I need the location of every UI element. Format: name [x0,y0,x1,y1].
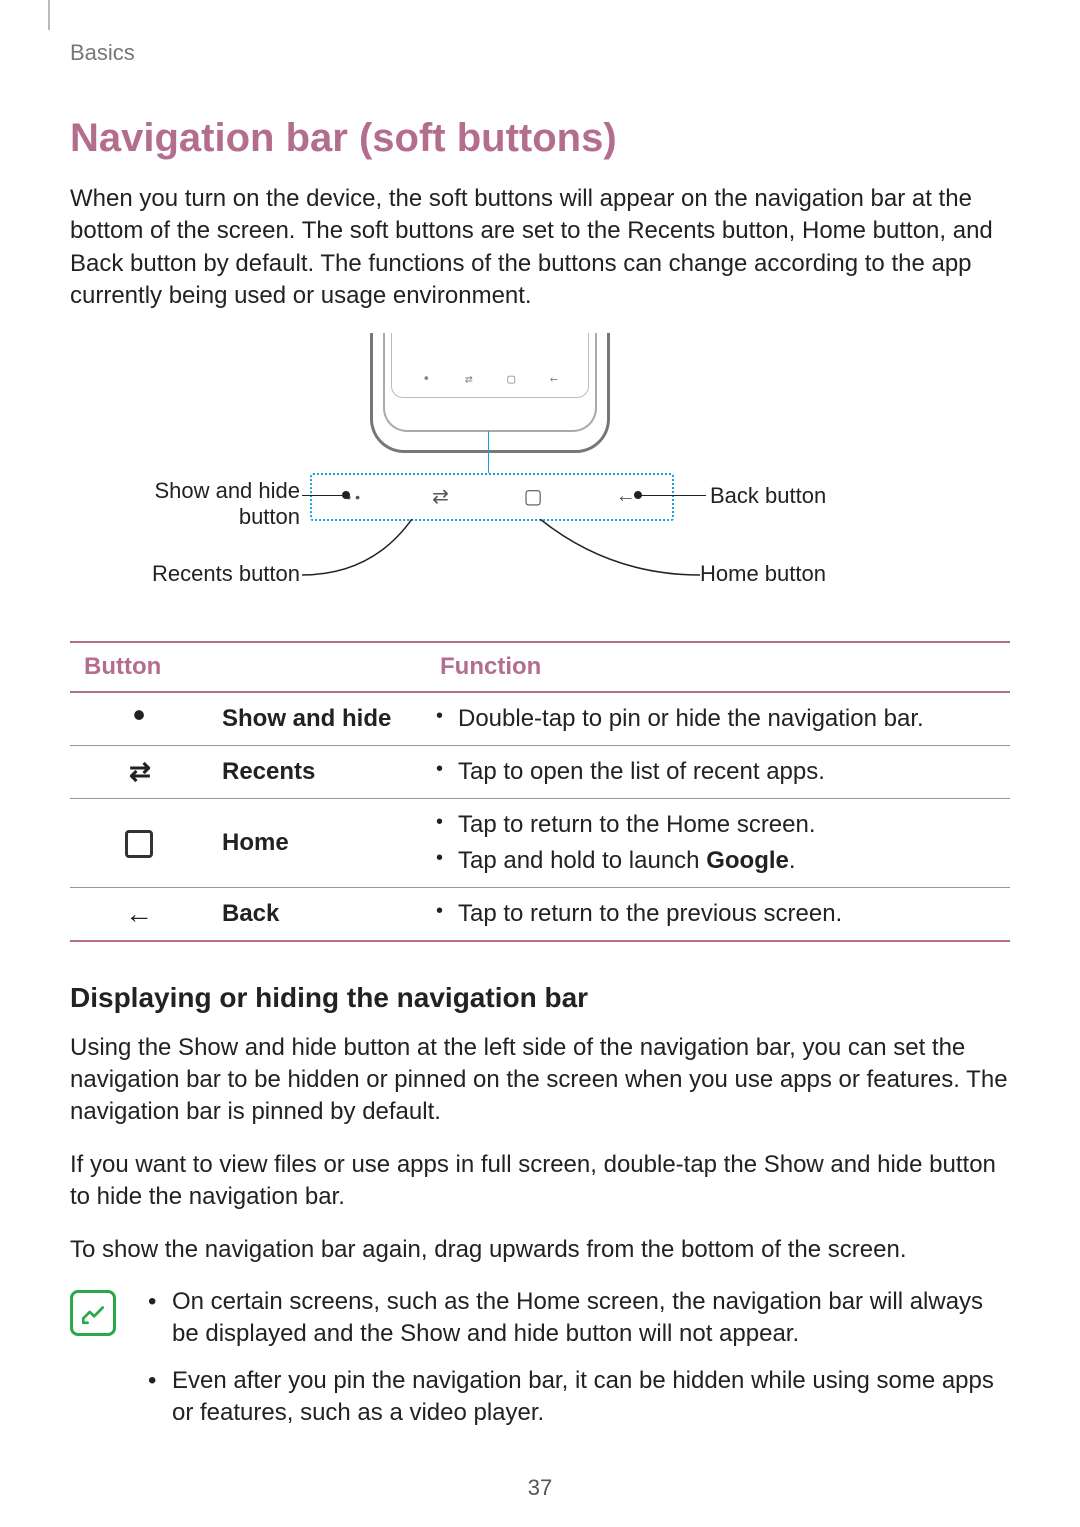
page-number: 37 [0,1475,1080,1501]
zoom-indicator-line [488,431,489,473]
page-top-tick [48,0,50,30]
phone-inner-outline: • ⇄ ▢ ← [383,333,597,432]
enlarged-home-glyph: ▢ [521,484,545,509]
button-function-table: Button Function • Show and hide Double-t… [70,641,1010,942]
enlarged-recents-glyph: ⇄ [429,484,453,509]
lead-back [640,495,706,496]
row-func-back: Tap to return to the previous screen. [426,887,1010,941]
note-item: Even after you pin the navigation bar, i… [144,1365,1010,1444]
row-func-home: Tap to return to the Home screen. Tap an… [426,798,1010,887]
mini-navbar: • ⇄ ▢ ← [405,369,575,391]
back-icon: ← [125,898,153,929]
mini-show-hide-dot: • [422,372,430,387]
body-paragraph-3: To show the navigation bar again, drag u… [70,1234,1010,1266]
phone-screen-area: • ⇄ ▢ ← [391,333,589,398]
body-paragraph-1: Using the Show and hide button at the le… [70,1032,1010,1129]
row-func-show-hide: Double-tap to pin or hide the navigation… [426,692,1010,746]
icon-recents: ⇄ [70,745,208,798]
diagram-label-home: Home button [700,561,826,587]
lead-show-hide [302,495,342,496]
section-title: Navigation bar (soft buttons) [70,116,1010,161]
mini-recents-glyph: ⇄ [465,372,473,387]
note-icon [70,1290,116,1336]
lead-dot-show-hide [342,491,350,499]
table-row: ← Back Tap to return to the previous scr… [70,887,1010,941]
diagram-label-recents: Recents button [130,561,300,587]
mini-home-glyph: ▢ [507,372,515,387]
body-paragraph-2: If you want to view files or use apps in… [70,1149,1010,1214]
lead-curve-home [530,519,700,589]
icon-back: ← [70,887,208,941]
table-header-button: Button [70,642,426,692]
table-row: Home Tap to return to the Home screen. T… [70,798,1010,887]
diagram-label-show-hide: Show and hide button [100,478,300,530]
table-header-function: Function [426,642,1010,692]
enlarged-navbar: • • ⇄ ▢ ← [310,473,674,521]
note-list: On certain screens, such as the Home scr… [144,1286,1010,1444]
dot-icon: • [133,694,146,735]
phone-outline: • ⇄ ▢ ← [370,333,610,453]
lead-dot-back [634,491,642,499]
subheading-display-hide: Displaying or hiding the navigation bar [70,982,1010,1014]
table-row: ⇄ Recents Tap to open the list of recent… [70,745,1010,798]
row-name-home: Home [208,798,426,887]
lead-curve-recents [302,519,432,589]
row-name-show-hide: Show and hide [208,692,426,746]
mini-back-glyph: ← [550,372,558,387]
icon-show-hide: • [70,692,208,746]
note-block: On certain screens, such as the Home scr… [70,1286,1010,1444]
row-name-back: Back [208,887,426,941]
diagram-label-back: Back button [710,483,826,509]
note-item: On certain screens, such as the Home scr… [144,1286,1010,1365]
recents-icon: ⇄ [129,756,149,786]
breadcrumb: Basics [70,40,1010,66]
table-row: • Show and hide Double-tap to pin or hid… [70,692,1010,746]
row-name-recents: Recents [208,745,426,798]
icon-home [70,798,208,887]
home-icon [125,830,153,858]
intro-paragraph: When you turn on the device, the soft bu… [70,183,1010,313]
navbar-diagram: • ⇄ ▢ ← • • ⇄ ▢ ← Show and hide button [70,333,1010,613]
row-func-recents: Tap to open the list of recent apps. [426,745,1010,798]
